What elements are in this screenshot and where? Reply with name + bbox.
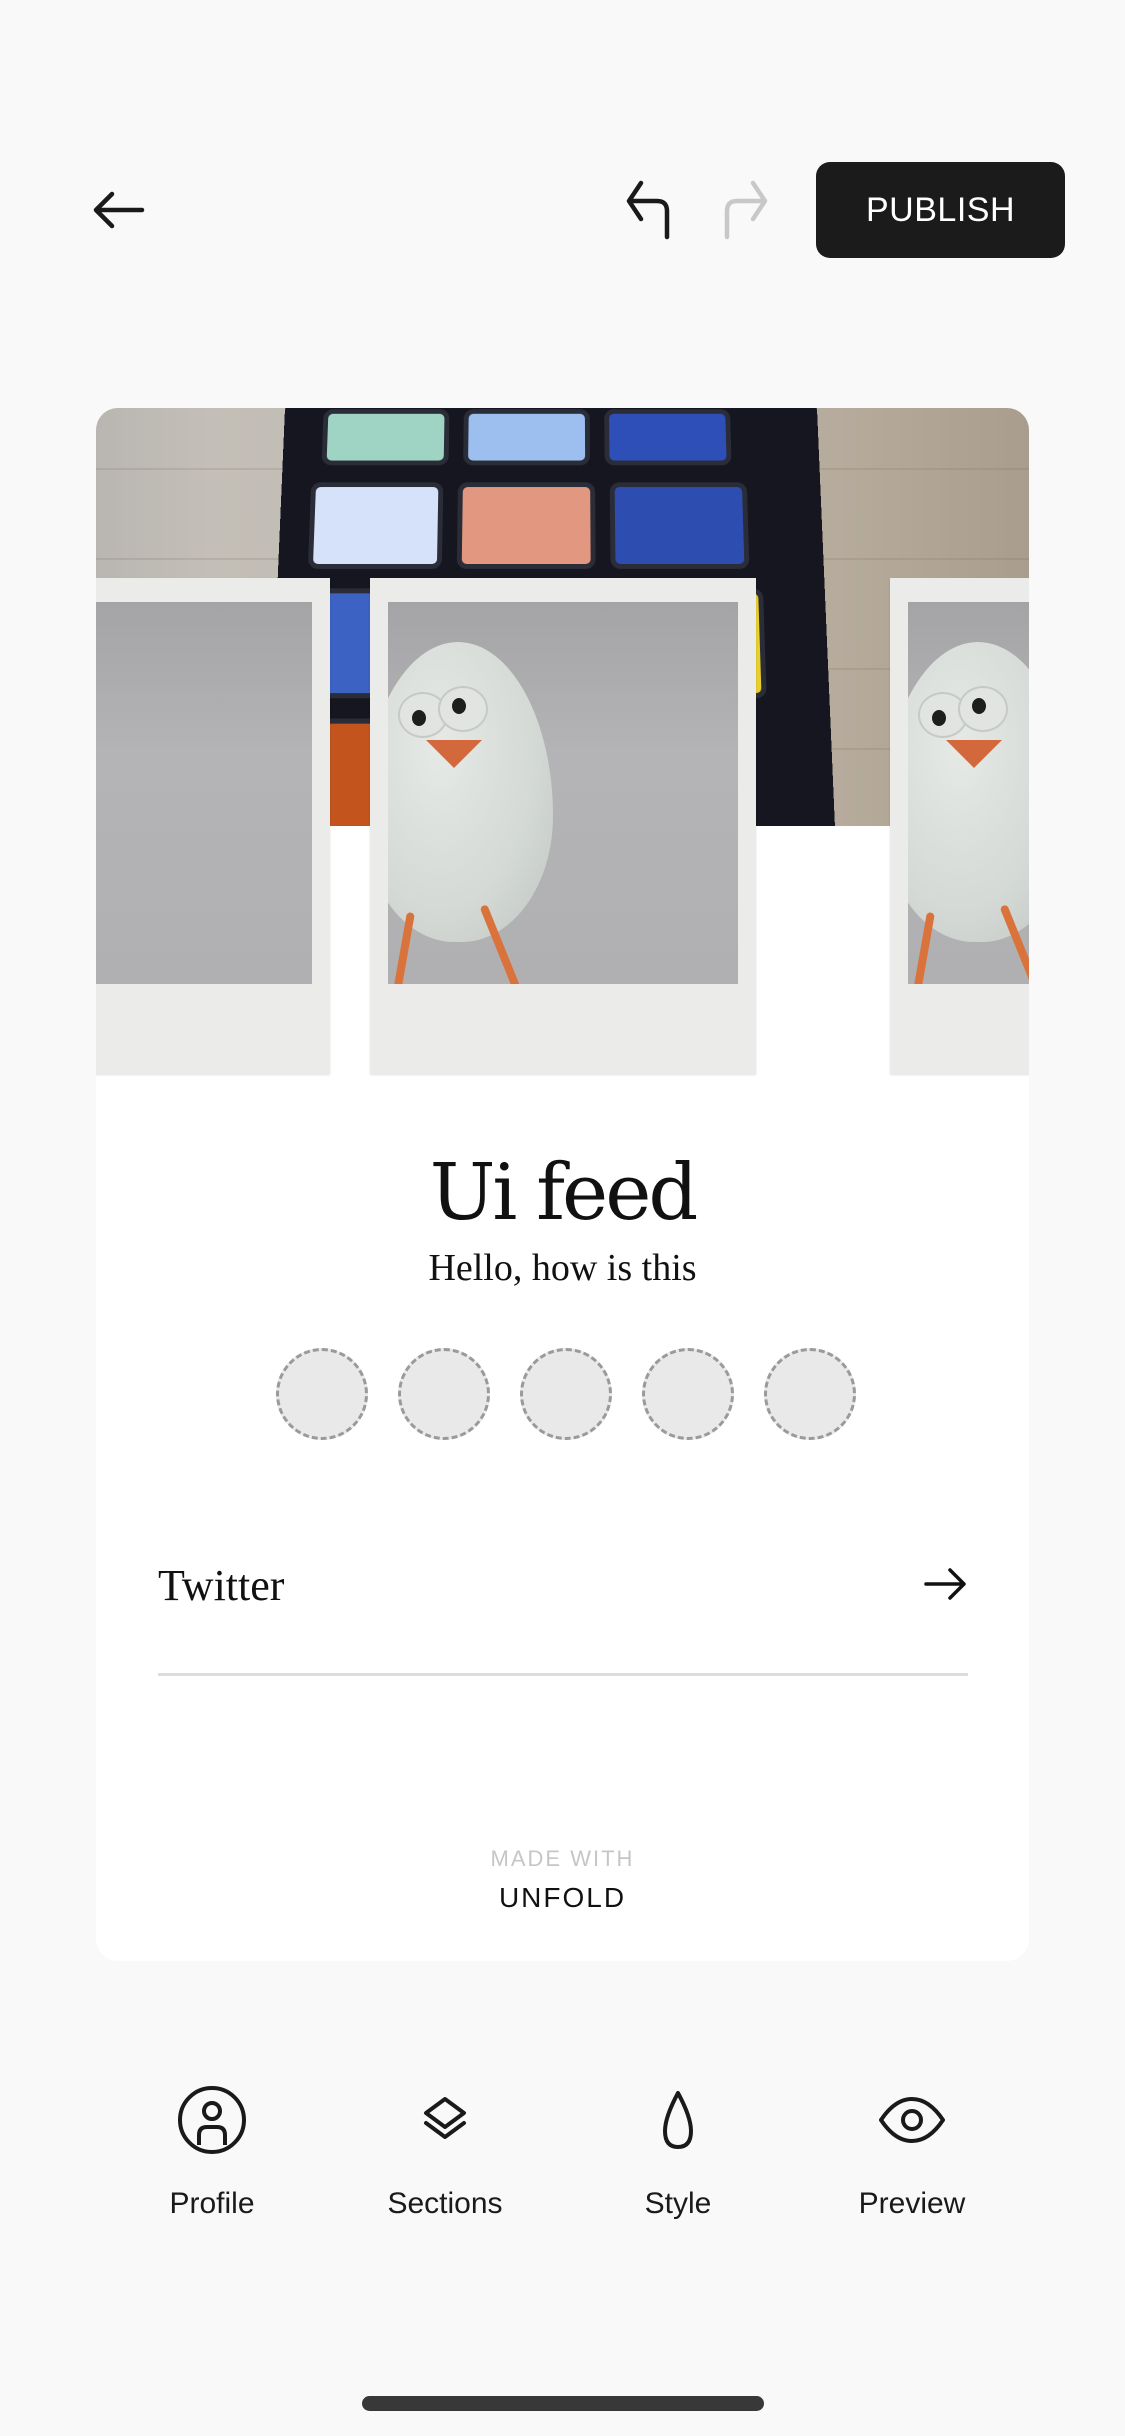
nav-sections[interactable]: Sections xyxy=(335,2085,555,2235)
undo-button[interactable] xyxy=(618,172,682,246)
arrow-right-icon xyxy=(924,1568,966,1600)
profile-preview-card: Ui feed Hello, how is this Twitter MADE … xyxy=(96,408,1029,1961)
eye-icon xyxy=(879,2097,945,2143)
gallery-photo-left[interactable] xyxy=(96,578,330,1074)
publish-button[interactable]: PUBLISH xyxy=(816,162,1065,258)
cube-tile xyxy=(456,482,596,569)
profile-icon xyxy=(178,2086,246,2154)
nav-label: Preview xyxy=(858,2187,966,2220)
arrow-left-icon xyxy=(93,191,145,229)
egg-character-photo xyxy=(908,602,1029,984)
egg-character-photo xyxy=(388,602,738,984)
cube-tile xyxy=(463,409,591,466)
nav-label: Style xyxy=(644,2187,712,2220)
social-links xyxy=(276,1348,856,1442)
social-slot-empty[interactable] xyxy=(520,1348,612,1440)
layers-icon xyxy=(424,2097,466,2139)
brand-link[interactable]: UNFOLD xyxy=(96,1882,1029,1914)
egg-body xyxy=(908,642,1029,942)
egg-character-photo xyxy=(96,602,312,984)
gallery-photo-center[interactable] xyxy=(370,578,756,1074)
egg-eye xyxy=(438,686,488,732)
nav-style[interactable]: Style xyxy=(568,2085,788,2235)
bottom-navigation: Profile Sections Style Preview xyxy=(0,2085,1125,2235)
cube-tile xyxy=(604,409,732,466)
drop-icon xyxy=(663,2091,693,2149)
egg-beak xyxy=(946,740,1002,768)
cube-tile xyxy=(321,409,450,466)
profile-name[interactable]: Ui feed xyxy=(96,1148,1029,1238)
profile-bio[interactable]: Hello, how is this xyxy=(96,1246,1029,1290)
social-slot-empty[interactable] xyxy=(642,1348,734,1440)
egg-eye xyxy=(958,686,1008,732)
link-item-twitter[interactable]: Twitter xyxy=(158,1538,968,1676)
made-with-label: MADE WITH xyxy=(490,1846,635,1871)
cube-tile xyxy=(609,482,750,569)
egg-beak xyxy=(426,740,482,768)
social-slot-empty[interactable] xyxy=(276,1348,368,1440)
egg-leg xyxy=(393,911,415,984)
redo-button[interactable] xyxy=(712,172,776,246)
nav-label: Sections xyxy=(387,2187,503,2220)
egg-leg xyxy=(913,911,935,984)
back-button[interactable] xyxy=(88,182,148,238)
nav-label: Profile xyxy=(169,2187,255,2220)
top-toolbar: PUBLISH xyxy=(0,160,1125,260)
social-slot-empty[interactable] xyxy=(764,1348,856,1440)
gallery-photo-right[interactable] xyxy=(890,578,1029,1074)
redo-icon xyxy=(724,180,768,240)
link-label: Twitter xyxy=(158,1561,285,1610)
nav-preview[interactable]: Preview xyxy=(802,2085,1022,2235)
cube-tile xyxy=(307,482,444,569)
home-indicator[interactable] xyxy=(362,2396,764,2411)
social-slot-empty[interactable] xyxy=(398,1348,490,1440)
undo-icon xyxy=(626,180,670,240)
nav-profile[interactable]: Profile xyxy=(102,2085,322,2235)
